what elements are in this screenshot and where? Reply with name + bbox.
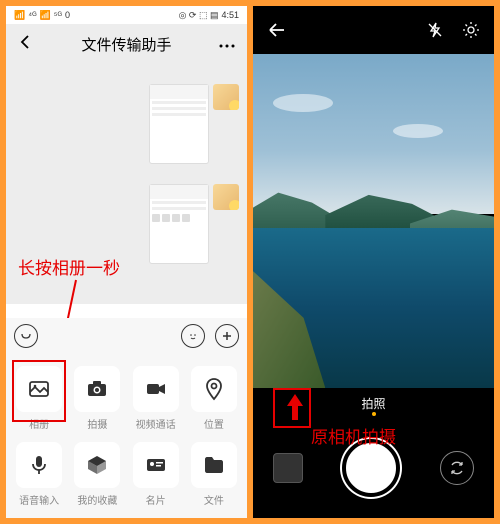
grid-label: 拍摄	[87, 416, 107, 431]
wifi-label: 0	[65, 10, 70, 20]
camera-screen: 拍照 原相机拍摄	[253, 6, 494, 518]
signal-5g: ⁵ᴳ	[54, 10, 62, 20]
voice-input-icon[interactable]	[14, 324, 38, 348]
page-title: 文件传输助手	[81, 34, 171, 55]
camera-viewfinder[interactable]	[253, 54, 494, 388]
wechat-screen: 📶 ⁴ᴳ 📶 ⁵ᴳ 0 ◎ ⟳ ⬚ ▤ 4:51 文件传输助手	[6, 6, 247, 518]
avatar[interactable]	[213, 84, 239, 110]
annotation-arrow-icon	[285, 392, 305, 422]
gallery-thumbnail[interactable]	[273, 453, 303, 483]
chat-message[interactable]	[149, 84, 239, 164]
grid-item-contact-card[interactable]: 名片	[127, 436, 185, 512]
emoji-icon[interactable]	[181, 324, 205, 348]
switch-camera-icon[interactable]	[440, 451, 474, 485]
chat-header: 文件传输助手	[6, 24, 247, 64]
grid-label: 我的收藏	[77, 492, 117, 507]
status-icons: ◎ ⟳ ⬚ ▤	[179, 10, 219, 21]
chat-message[interactable]	[149, 184, 239, 264]
avatar[interactable]	[213, 184, 239, 210]
grid-item-camera[interactable]: 拍摄	[68, 360, 126, 436]
mode-indicator-dot	[372, 412, 376, 416]
status-time: 4:51	[221, 10, 239, 20]
signal-4g: ⁴ᴳ	[28, 10, 36, 20]
camera-mode-label[interactable]: 拍照	[361, 395, 385, 412]
box-icon	[85, 453, 109, 477]
back-icon[interactable]	[267, 20, 287, 40]
chat-image-thumbnail[interactable]	[149, 84, 209, 164]
signal-icon: 📶	[14, 10, 25, 21]
annotation-highlight	[12, 360, 66, 422]
card-icon	[144, 453, 168, 477]
chat-image-thumbnail[interactable]	[149, 184, 209, 264]
flash-icon[interactable]	[426, 21, 444, 39]
mic-icon	[27, 453, 51, 477]
grid-item-file[interactable]: 文件	[185, 436, 243, 512]
grid-item-video-call[interactable]: 视频通话	[127, 360, 185, 436]
grid-label: 文件	[204, 492, 224, 507]
folder-icon	[202, 453, 226, 477]
back-icon[interactable]	[18, 34, 34, 55]
video-icon	[144, 377, 168, 401]
status-bar: 📶 ⁴ᴳ 📶 ⁵ᴳ 0 ◎ ⟳ ⬚ ▤ 4:51	[6, 6, 247, 24]
grid-label: 名片	[146, 492, 166, 507]
grid-label: 位置	[204, 416, 224, 431]
signal-icon-2: 📶	[40, 10, 51, 21]
grid-label: 视频通话	[136, 416, 176, 431]
settings-icon[interactable]	[462, 21, 480, 39]
pin-icon	[202, 377, 226, 401]
camera-icon	[85, 377, 109, 401]
grid-item-voice[interactable]: 语音输入	[10, 436, 68, 512]
plus-icon[interactable]	[215, 324, 239, 348]
camera-top-bar	[253, 6, 494, 54]
grid-item-location[interactable]: 位置	[185, 360, 243, 436]
grid-label: 语音输入	[19, 492, 59, 507]
grid-item-favorites[interactable]: 我的收藏	[68, 436, 126, 512]
input-toolbar	[6, 318, 247, 354]
more-icon[interactable]	[219, 35, 235, 53]
annotation-text: 原相机拍摄	[311, 423, 396, 448]
